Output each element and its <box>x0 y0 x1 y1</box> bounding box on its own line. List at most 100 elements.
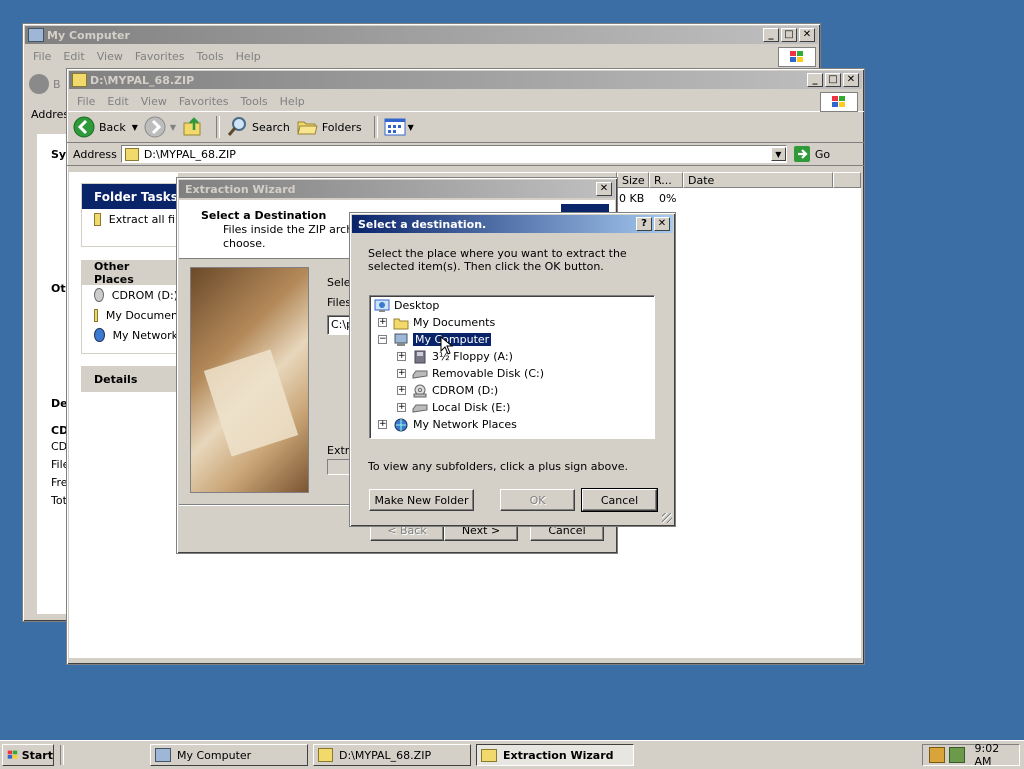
menu-bar: File Edit View Favorites Tools Help <box>23 46 820 67</box>
taskbar: Start My Computer D:\MYPAL_68.ZIP Extrac… <box>0 740 1024 769</box>
menu-file[interactable]: File <box>27 50 57 63</box>
column-header-ratio[interactable]: R... <box>649 172 683 188</box>
folder-tree[interactable]: Desktop + My Documents − My Computer + 3… <box>369 295 655 439</box>
tree-item-floppy[interactable]: + 3½ Floppy (A:) <box>397 348 513 365</box>
menu-edit[interactable]: Edit <box>57 50 90 63</box>
tree-item-cdrom[interactable]: + CDROM (D:) <box>397 382 498 399</box>
expand-icon[interactable]: + <box>378 420 387 429</box>
resize-grip[interactable] <box>662 513 672 523</box>
menu-favorites[interactable]: Favorites <box>129 50 191 63</box>
maximize-button[interactable]: □ <box>781 28 797 42</box>
place-my-network[interactable]: My Network <box>82 325 178 345</box>
close-button[interactable]: ✕ <box>596 182 612 196</box>
zip-titlebar[interactable]: D:\MYPAL_68.ZIP _ □ ✕ <box>69 71 862 89</box>
search-button[interactable]: Search <box>226 116 290 138</box>
tray-icon[interactable] <box>929 747 945 763</box>
extract-all-task[interactable]: Extract all fil <box>82 209 178 229</box>
task-label: D:\MYPAL_68.ZIP <box>339 748 432 762</box>
tree-item-local-disk[interactable]: + Local Disk (E:) <box>397 399 510 416</box>
place-cdrom[interactable]: CDROM (D:) <box>82 285 178 305</box>
tree-item-removable-disk[interactable]: + Removable Disk (C:) <box>397 365 544 382</box>
chevron-down-icon[interactable]: ▼ <box>132 123 138 132</box>
dialog-instruction: Select the place where you want to extra… <box>368 247 627 273</box>
place-my-documents[interactable]: My Documen <box>82 305 178 325</box>
details-heading[interactable]: Details <box>82 367 178 391</box>
column-header-size[interactable]: Size <box>617 172 649 188</box>
maximize-button[interactable]: □ <box>825 73 841 87</box>
close-button[interactable]: ✕ <box>799 28 815 42</box>
tree-item-desktop[interactable]: Desktop <box>374 297 439 314</box>
task-extraction-wizard[interactable]: Extraction Wizard <box>476 744 634 766</box>
address-label: Addres <box>31 108 70 121</box>
folder-tasks-heading[interactable]: Folder Tasks <box>82 184 178 209</box>
expand-icon[interactable]: + <box>397 386 406 395</box>
folder-tasks-section: Folder Tasks Extract all fil <box>81 183 179 247</box>
cancel-button[interactable]: Cancel <box>581 488 658 512</box>
tree-item-my-computer[interactable]: − My Computer <box>378 331 493 348</box>
address-dropdown-button[interactable]: ▼ <box>770 147 786 161</box>
up-folder-button[interactable] <box>182 116 204 138</box>
menu-file[interactable]: File <box>71 95 101 108</box>
expand-icon[interactable]: + <box>397 369 406 378</box>
minimize-button[interactable]: _ <box>763 28 779 42</box>
clock[interactable]: 9:02 AM <box>975 742 1019 768</box>
menu-help[interactable]: Help <box>274 95 311 108</box>
other-places-heading[interactable]: Other Places <box>82 260 178 286</box>
dialog-titlebar[interactable]: Select a destination. ? ✕ <box>352 215 673 233</box>
address-bar: Address D:\MYPAL_68.ZIP ▼ Go <box>67 143 864 166</box>
minimize-button[interactable]: _ <box>807 73 823 87</box>
menu-view[interactable]: View <box>135 95 173 108</box>
extract-icon <box>94 212 101 226</box>
toolbar-separator <box>373 116 378 138</box>
floppy-icon <box>414 350 426 363</box>
tray-icon[interactable] <box>948 747 965 763</box>
network-icon <box>94 328 105 342</box>
menu-tools[interactable]: Tools <box>235 95 274 108</box>
extract-all-label: Extract all fil <box>108 212 178 226</box>
place-label: My Documen <box>105 308 178 322</box>
expand-icon[interactable]: + <box>378 318 387 327</box>
toolbar-separator <box>216 116 221 138</box>
menu-edit[interactable]: Edit <box>101 95 134 108</box>
go-arrow-icon <box>793 146 810 162</box>
select-destination-dialog[interactable]: Select a destination. ? ✕ Select the pla… <box>349 212 676 527</box>
tree-item-network-places[interactable]: + My Network Places <box>378 416 517 433</box>
chevron-down-icon[interactable]: ▼ <box>170 123 176 132</box>
menu-help[interactable]: Help <box>230 50 267 63</box>
chevron-down-icon[interactable]: ▼ <box>408 123 414 132</box>
help-button[interactable]: ? <box>636 217 652 231</box>
back-arrow-icon[interactable] <box>29 74 49 94</box>
expand-icon[interactable]: + <box>397 352 406 361</box>
start-button[interactable]: Start <box>2 744 54 766</box>
task-my-computer[interactable]: My Computer <box>150 744 308 766</box>
window-title: Extraction Wizard <box>185 182 296 196</box>
window-title: My Computer <box>47 28 130 42</box>
menu-tools[interactable]: Tools <box>191 50 230 63</box>
mouse-cursor-icon <box>440 336 454 355</box>
collapse-icon[interactable]: − <box>378 335 387 344</box>
menu-view[interactable]: View <box>91 50 129 63</box>
column-header-date[interactable]: Date <box>683 172 833 188</box>
close-button[interactable]: ✕ <box>654 217 670 231</box>
column-header-filler <box>833 172 861 188</box>
tree-item-my-documents[interactable]: + My Documents <box>378 314 495 331</box>
expand-icon[interactable]: + <box>397 403 406 412</box>
back-button[interactable]: Back ▼ <box>73 116 138 138</box>
network-icon <box>394 418 408 431</box>
my-computer-titlebar[interactable]: My Computer _ □ ✕ <box>25 26 818 44</box>
task-zip-folder[interactable]: D:\MYPAL_68.ZIP <box>313 744 471 766</box>
make-new-folder-button[interactable]: Make New Folder <box>369 489 474 511</box>
close-button[interactable]: ✕ <box>843 73 859 87</box>
views-button[interactable]: ▼ <box>384 118 414 136</box>
go-button[interactable]: Go <box>793 145 830 163</box>
folder-icon <box>94 308 98 322</box>
ok-button[interactable]: OK <box>500 489 575 511</box>
menu-favorites[interactable]: Favorites <box>173 95 235 108</box>
drive-icon <box>412 370 428 379</box>
back-label: Back <box>99 120 126 134</box>
folders-button[interactable]: Folders <box>296 116 362 138</box>
address-input[interactable]: D:\MYPAL_68.ZIP ▼ <box>120 145 787 163</box>
forward-button[interactable]: ▼ <box>144 116 176 138</box>
wizard-titlebar[interactable]: Extraction Wizard ✕ <box>179 180 615 198</box>
system-tray: 9:02 AM <box>922 742 1020 768</box>
